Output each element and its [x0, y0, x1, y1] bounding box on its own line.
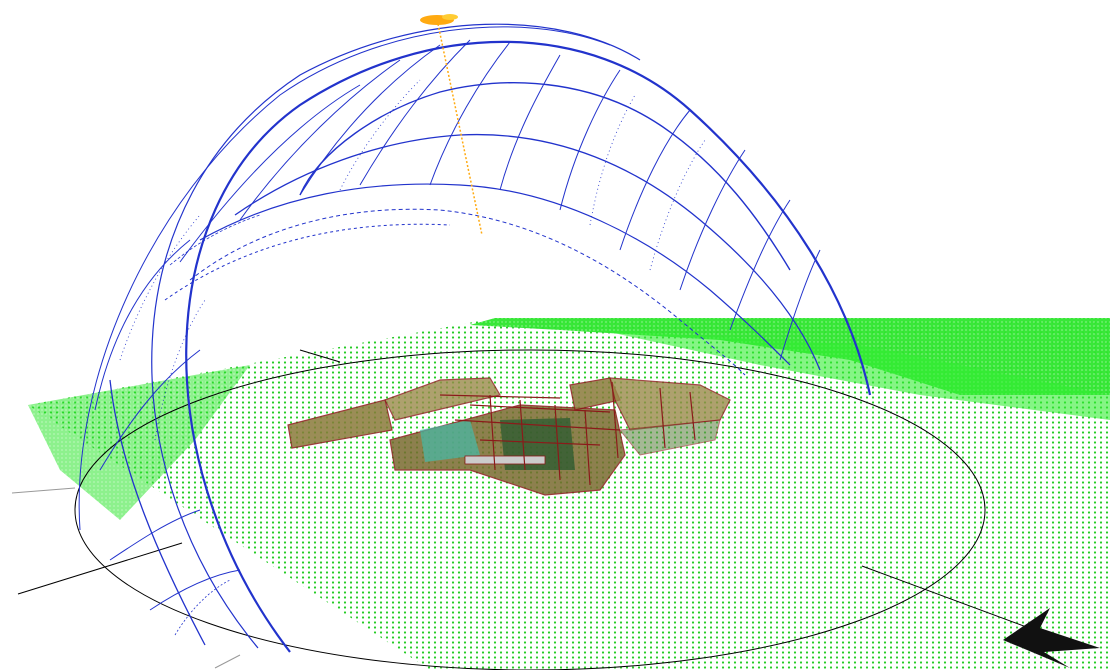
sun-marker-icon[interactable]: [420, 14, 458, 25]
sun-path-diagram: [11, 14, 1110, 670]
sun-ray: [437, 23, 483, 236]
3d-viewport[interactable]: [0, 0, 1110, 670]
